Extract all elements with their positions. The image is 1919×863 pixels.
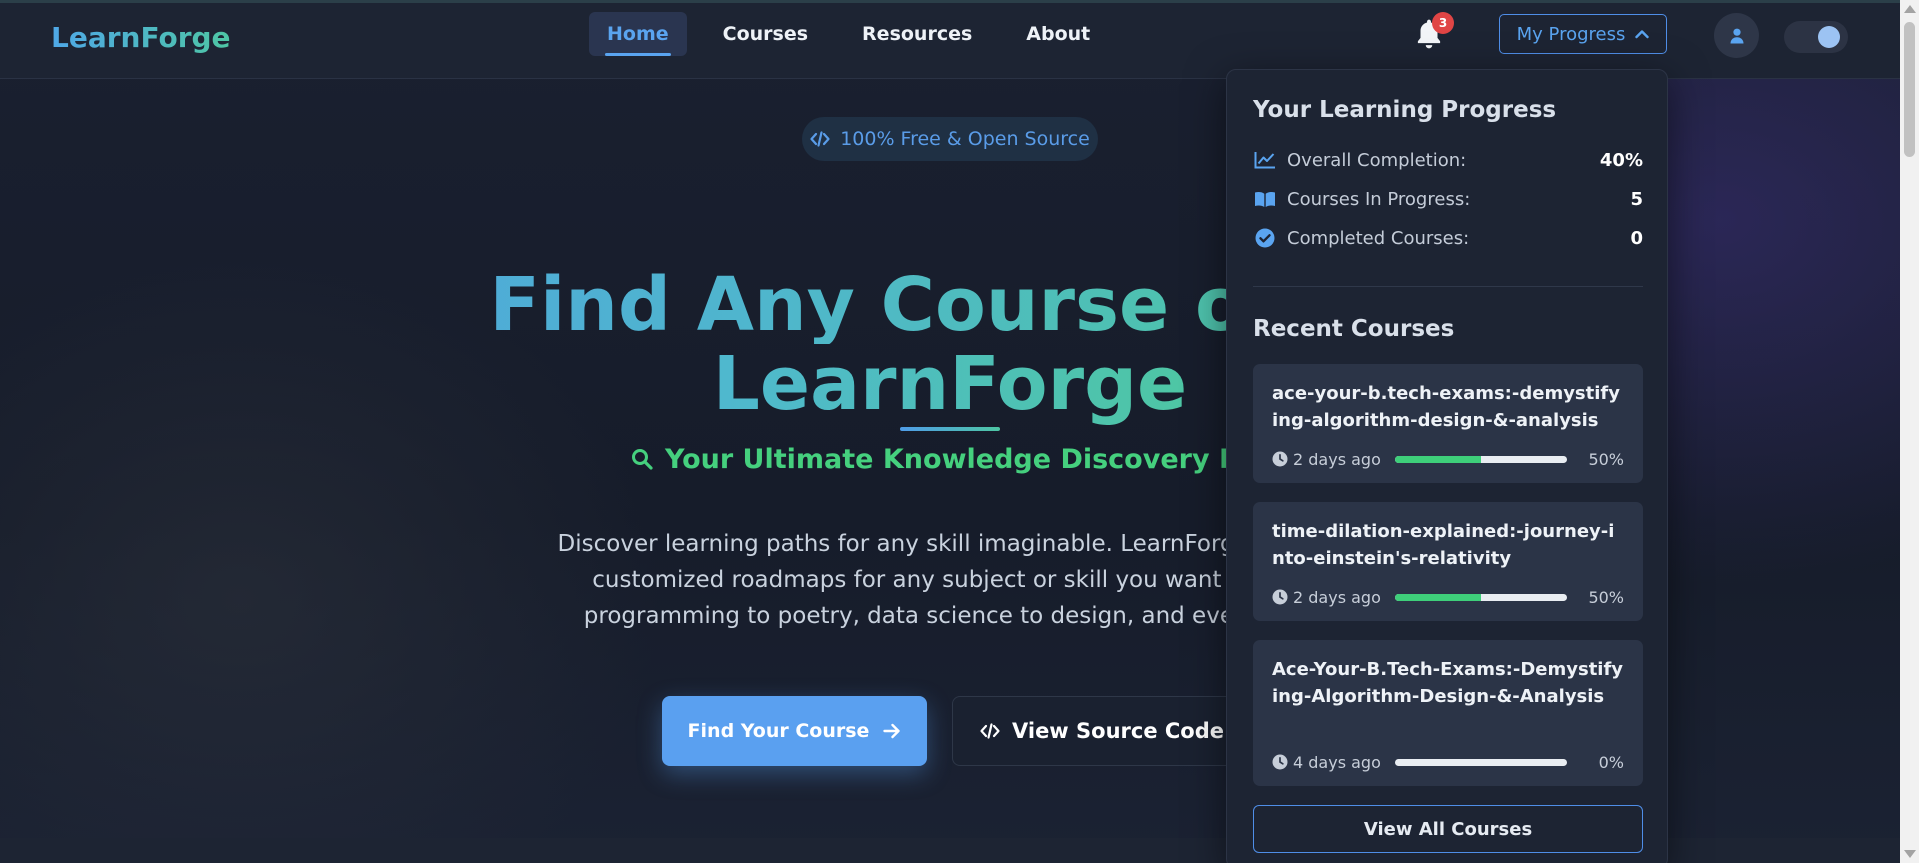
view-all-courses-button[interactable]: View All Courses — [1253, 805, 1643, 853]
stat-label: Completed Courses: — [1287, 227, 1470, 249]
check-circle-icon — [1253, 227, 1277, 249]
my-progress-button[interactable]: My Progress — [1499, 14, 1667, 54]
nav-about[interactable]: About — [1008, 12, 1108, 56]
chart-line-icon — [1253, 149, 1277, 171]
course-progress-bar — [1394, 593, 1567, 601]
stat-overall-completion: Overall Completion: 40% — [1253, 145, 1643, 175]
recent-courses-title: Recent Courses — [1253, 316, 1455, 342]
find-course-label: Find Your Course — [687, 720, 870, 742]
page: LearnForge Home Courses Resources About … — [0, 0, 1900, 863]
user-icon — [1730, 28, 1743, 43]
theme-toggle[interactable] — [1784, 21, 1848, 53]
tagline-text: Your Ultimate Knowledge Discovery Platfo — [665, 443, 1310, 475]
stat-label: Courses In Progress: — [1287, 188, 1471, 210]
book-icon — [1253, 188, 1277, 210]
course-percent: 0% — [1598, 752, 1624, 772]
view-source-label: View Source Code — [1011, 719, 1224, 743]
clock-icon — [1272, 451, 1288, 467]
course-title: ace-your-b.tech-exams:-demystifying-algo… — [1272, 383, 1620, 431]
stat-value: 5 — [1630, 188, 1643, 210]
arrow-right-icon — [883, 723, 901, 739]
stat-completed-courses: Completed Courses: 0 — [1253, 223, 1643, 253]
stat-label: Overall Completion: — [1287, 149, 1467, 171]
recent-course-card[interactable]: time-dilation-explained:-journey-into-ei… — [1253, 502, 1643, 621]
notification-badge: 3 — [1432, 12, 1454, 34]
course-progress-fill — [1394, 593, 1481, 601]
title-underline — [900, 427, 1000, 431]
course-meta: 2 days ago 50% — [1272, 449, 1624, 469]
course-percent: 50% — [1588, 587, 1624, 607]
stat-courses-in-progress: Courses In Progress: 5 — [1253, 184, 1643, 214]
course-progress-bar — [1394, 455, 1567, 463]
nav-resources[interactable]: Resources — [844, 12, 990, 56]
scroll-up-arrow[interactable] — [1904, 5, 1916, 13]
clock-icon — [1272, 754, 1288, 770]
course-meta: 2 days ago 50% — [1272, 587, 1624, 607]
my-progress-label: My Progress — [1516, 23, 1626, 45]
course-time: 2 days ago — [1293, 449, 1381, 469]
stat-value: 40% — [1599, 149, 1643, 171]
logo[interactable]: LearnForge — [51, 21, 231, 54]
scroll-down-arrow[interactable] — [1904, 850, 1916, 858]
find-course-button[interactable]: Find Your Course — [662, 696, 927, 766]
recent-course-card[interactable]: Ace-Your-B.Tech-Exams:-Demystifying-Algo… — [1253, 640, 1643, 786]
search-icon — [632, 449, 653, 470]
view-source-button[interactable]: View Source Code — [952, 696, 1252, 766]
navbar: LearnForge Home Courses Resources About … — [0, 3, 1900, 79]
nav-home[interactable]: Home — [589, 12, 687, 56]
hero-title-brand: LearnForge — [712, 341, 1188, 427]
course-progress-bar — [1394, 758, 1567, 766]
badge-label: 100% Free & Open Source — [840, 128, 1090, 150]
course-percent: 50% — [1588, 449, 1624, 469]
course-progress-fill — [1394, 455, 1481, 463]
chevron-up-icon — [1635, 30, 1650, 39]
progress-panel-title: Your Learning Progress — [1253, 97, 1557, 123]
panel-divider — [1253, 286, 1643, 287]
open-source-badge: 100% Free & Open Source — [802, 117, 1098, 161]
course-meta: 4 days ago 0% — [1272, 752, 1624, 772]
scrollbar-thumb[interactable] — [1904, 22, 1915, 157]
user-avatar[interactable] — [1714, 13, 1759, 58]
nav-links: Home Courses Resources About — [589, 12, 1126, 56]
course-time: 4 days ago — [1293, 752, 1381, 772]
toggle-knob — [1818, 26, 1840, 48]
course-title: time-dilation-explained:-journey-into-ei… — [1272, 521, 1615, 569]
progress-dropdown: Your Learning Progress Overall Completio… — [1226, 69, 1668, 863]
clock-icon — [1272, 589, 1288, 605]
code-icon — [810, 131, 830, 147]
course-time: 2 days ago — [1293, 587, 1381, 607]
course-title: Ace-Your-B.Tech-Exams:-Demystifying-Algo… — [1272, 659, 1624, 707]
hero-tagline: Your Ultimate Knowledge Discovery Platfo — [631, 441, 1309, 477]
page-scrollbar[interactable] — [1900, 0, 1919, 863]
code-icon — [980, 723, 1000, 739]
nav-courses[interactable]: Courses — [705, 12, 826, 56]
stat-value: 0 — [1630, 227, 1643, 249]
recent-course-card[interactable]: ace-your-b.tech-exams:-demystifying-algo… — [1253, 364, 1643, 483]
